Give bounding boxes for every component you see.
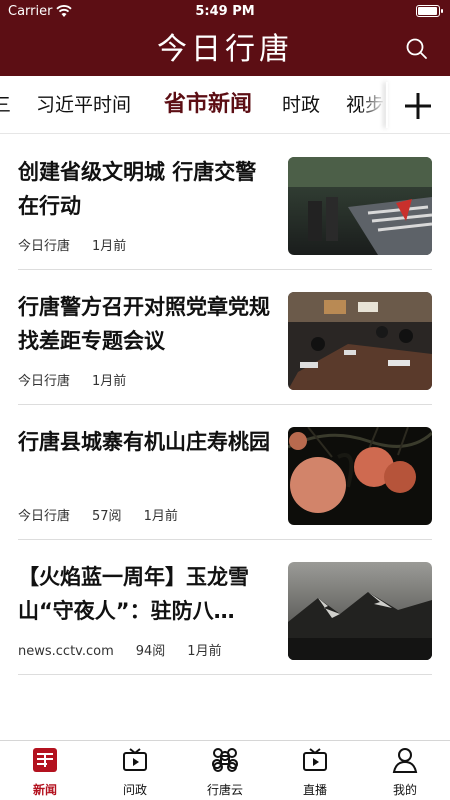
tab-politics[interactable]: 时政 bbox=[282, 76, 320, 133]
news-time: 1月前 bbox=[92, 239, 127, 254]
nav-label: 我的 bbox=[392, 783, 417, 797]
nav-mine[interactable]: 我的 bbox=[360, 741, 450, 800]
bottom-tab-bar: 新闻 问政 行唐云 直播 我的 bbox=[0, 740, 450, 800]
news-meta: news.cctv.com 94阅 1月前 bbox=[18, 640, 244, 659]
status-bar: Carrier 5:49 PM bbox=[0, 0, 450, 24]
tabs-fade bbox=[360, 76, 386, 133]
news-meta: 今日行唐 1月前 bbox=[18, 235, 148, 254]
news-title[interactable]: 【火焰蓝一周年】玉龙雪山“守夜人”：驻防八… bbox=[18, 560, 270, 628]
tab-partial-left[interactable]: 三 bbox=[0, 76, 11, 133]
news-title[interactable]: 创建省级文明城 行唐交警在行动 bbox=[18, 155, 270, 223]
news-time: 1月前 bbox=[143, 509, 178, 524]
channel-tabs: 三 习近平时间 省市新闻 时政 视步 bbox=[0, 76, 450, 134]
nav-label: 行唐云 bbox=[206, 783, 243, 797]
battery-icon bbox=[416, 5, 443, 17]
news-item[interactable]: 行唐警方召开对照党章党规找差距专题会议 今日行唐 1月前 bbox=[0, 270, 450, 405]
tab-xi-time[interactable]: 习近平时间 bbox=[36, 76, 131, 133]
news-thumbnail-peaches[interactable] bbox=[288, 427, 432, 525]
news-title[interactable]: 行唐县城寨有机山庄寿桃园 bbox=[18, 425, 270, 459]
nav-xingtang-cloud[interactable]: 行唐云 bbox=[180, 741, 270, 800]
cloud-knot-icon bbox=[212, 748, 238, 772]
tab-province-news[interactable]: 省市新闻 bbox=[164, 76, 252, 133]
news-thumbnail-snow-mountain[interactable] bbox=[288, 562, 432, 660]
app-title: 今日行唐 bbox=[157, 32, 293, 67]
news-item[interactable]: 【火焰蓝一周年】玉龙雪山“守夜人”：驻防八… news.cctv.com 94阅 1… bbox=[0, 540, 450, 675]
news-time: 1月前 bbox=[187, 644, 222, 659]
tabs-divider bbox=[386, 82, 388, 128]
nav-label: 新闻 bbox=[32, 783, 57, 797]
news-thumbnail-meeting[interactable] bbox=[288, 292, 432, 390]
news-source: 今日行唐 bbox=[18, 239, 71, 254]
nav-label: 直播 bbox=[302, 783, 327, 797]
nav-news[interactable]: 新闻 bbox=[0, 741, 90, 800]
news-item[interactable]: 行唐县城寨有机山庄寿桃园 今日行唐 57阅 1月前 bbox=[0, 405, 450, 540]
news-thumbnail-traffic-police[interactable] bbox=[288, 157, 432, 255]
app-header: Carrier 5:49 PM 今日行唐 bbox=[0, 0, 450, 76]
news-source: news.cctv.com bbox=[18, 644, 114, 659]
tv-icon bbox=[123, 748, 147, 771]
news-source: 今日行唐 bbox=[18, 374, 71, 389]
news-source: 今日行唐 bbox=[18, 509, 71, 524]
search-icon[interactable] bbox=[404, 36, 430, 62]
news-reads: 57阅 bbox=[92, 509, 122, 524]
user-icon bbox=[392, 748, 418, 773]
news-meta: 今日行唐 57阅 1月前 bbox=[18, 505, 200, 524]
status-time: 5:49 PM bbox=[195, 4, 255, 19]
news-icon bbox=[33, 748, 57, 772]
news-meta: 今日行唐 1月前 bbox=[18, 370, 148, 389]
news-time: 1月前 bbox=[92, 374, 127, 389]
nav-live[interactable]: 直播 bbox=[270, 741, 360, 800]
live-tv-icon bbox=[303, 748, 327, 771]
add-channel-icon[interactable] bbox=[398, 86, 438, 126]
news-item[interactable]: 创建省级文明城 行唐交警在行动 今日行唐 1月前 bbox=[0, 135, 450, 270]
nav-label: 问政 bbox=[122, 783, 147, 797]
news-reads: 94阅 bbox=[135, 644, 166, 659]
news-title[interactable]: 行唐警方召开对照党章党规找差距专题会议 bbox=[18, 290, 270, 358]
divider bbox=[18, 674, 432, 675]
nav-wenzheng[interactable]: 问政 bbox=[90, 741, 180, 800]
